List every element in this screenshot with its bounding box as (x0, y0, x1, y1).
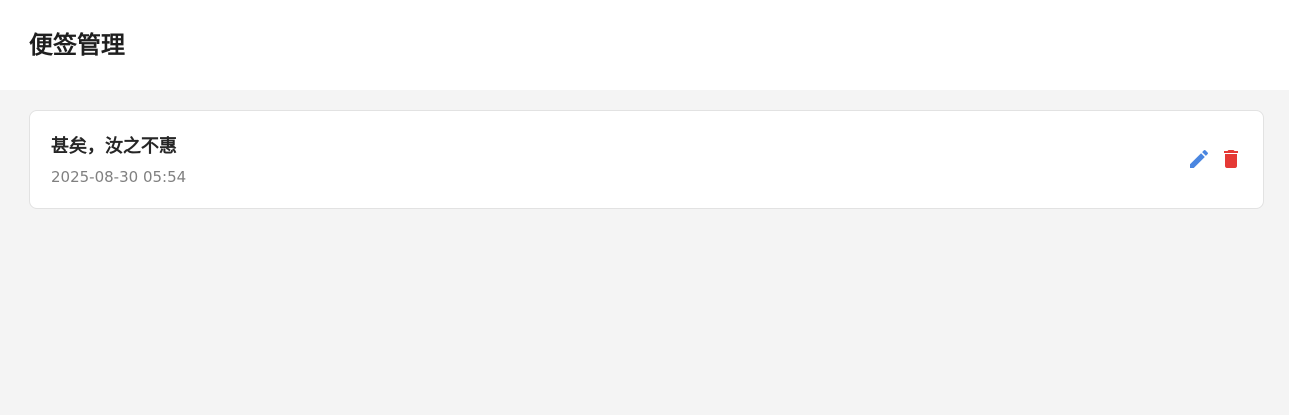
note-actions (1187, 147, 1243, 171)
note-timestamp: 2025-08-30 05:54 (51, 168, 187, 186)
trash-icon (1224, 150, 1238, 168)
note-card[interactable]: 甚矣，汝之不惠 2025-08-30 05:54 (29, 110, 1264, 209)
page-title: 便签管理 (29, 31, 125, 59)
note-list: 甚矣，汝之不惠 2025-08-30 05:54 (29, 110, 1264, 209)
pencil-icon (1190, 149, 1209, 168)
delete-note-button[interactable] (1219, 147, 1243, 171)
edit-note-button[interactable] (1187, 147, 1211, 171)
note-title: 甚矣，汝之不惠 (51, 136, 177, 157)
app-header: 便签管理 (0, 0, 1289, 90)
